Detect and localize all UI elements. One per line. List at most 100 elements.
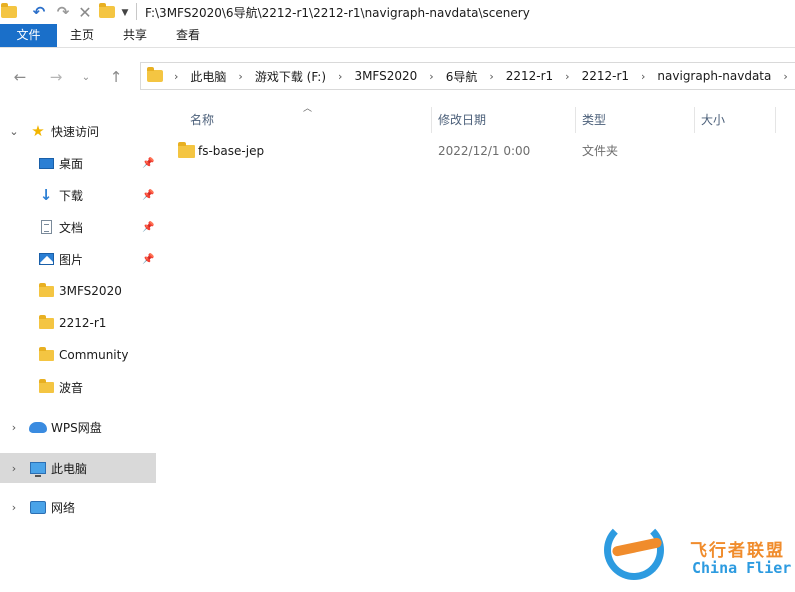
download-icon: ↓	[39, 186, 53, 204]
redo-icon[interactable]: ↷	[55, 0, 71, 24]
sidebar-item-label: 下载	[59, 188, 84, 203]
column-divider[interactable]	[775, 107, 776, 133]
column-divider[interactable]	[694, 107, 695, 133]
breadcrumb-navigraph-navdata[interactable]: navigraph-navdata	[650, 69, 778, 83]
breadcrumb-2212-r1-a[interactable]: 2212-r1	[499, 69, 560, 83]
new-folder-icon[interactable]	[99, 0, 115, 24]
column-divider[interactable]	[431, 107, 432, 133]
undo-icon[interactable]: ↶	[31, 0, 47, 24]
sidebar-item-label: 2212-r1	[59, 316, 107, 330]
chevron-right-icon[interactable]: ›	[484, 70, 498, 83]
column-header-type[interactable]: 类型	[582, 101, 606, 137]
ribbon-tabs: 文件 主页 共享 查看	[0, 24, 795, 48]
delete-icon[interactable]: ✕	[77, 0, 93, 24]
up-icon[interactable]: ↑	[106, 67, 126, 87]
file-name: fs-base-jep	[198, 144, 265, 158]
tab-file[interactable]: 文件	[0, 24, 57, 47]
picture-icon	[38, 252, 54, 266]
sidebar-item-label: 波音	[59, 380, 84, 395]
breadcrumb-navigation[interactable]: 6导航	[439, 68, 485, 85]
chevron-right-icon[interactable]: ›	[8, 421, 20, 434]
sidebar-item-label: 快速访问	[51, 124, 100, 139]
navigation-pane: ⌄ ★ 快速访问 桌面 📌 ↓ 下载 📌 文档 📌 图片 📌 3MFS2020 …	[0, 101, 158, 592]
chevron-right-icon[interactable]: ›	[233, 70, 247, 83]
sidebar-item-desktop[interactable]: 桌面 📌	[0, 148, 156, 178]
sidebar-item-quick-access[interactable]: ⌄ ★ 快速访问	[0, 116, 156, 146]
folder-icon	[38, 378, 54, 394]
sidebar-item-label: 图片	[59, 252, 84, 267]
sidebar-item-3mfs2020[interactable]: 3MFS2020	[0, 276, 156, 306]
chevron-right-icon[interactable]: ›	[333, 70, 347, 83]
sidebar-item-label: 网络	[51, 500, 76, 515]
sidebar-item-label: 文档	[59, 220, 84, 235]
breadcrumb-3mfs2020[interactable]: 3MFS2020	[347, 69, 424, 83]
computer-icon	[30, 461, 46, 477]
column-header-name[interactable]: 名称	[190, 101, 214, 137]
breadcrumb-this-pc[interactable]: 此电脑	[183, 68, 233, 85]
chevron-right-icon[interactable]: ›	[8, 462, 20, 475]
watermark-logo: 飞行者联盟 China Flier	[592, 518, 795, 584]
window-title: F:\3MFS2020\6导航\2212-r1\2212-r1\navigrap…	[145, 6, 530, 20]
watermark-text-en: China Flier	[692, 559, 792, 577]
folder-icon	[1, 0, 17, 24]
sidebar-item-pictures[interactable]: 图片 📌	[0, 244, 156, 274]
list-item[interactable]: fs-base-jep 2022/12/1 0:00 文件夹	[173, 139, 773, 163]
sidebar-item-this-pc[interactable]: › 此电脑	[0, 453, 156, 483]
folder-icon	[38, 282, 54, 298]
chevron-right-icon[interactable]: ›	[560, 70, 574, 83]
folder-icon	[38, 314, 54, 330]
column-divider[interactable]	[575, 107, 576, 133]
column-header-label: 大小	[701, 112, 726, 127]
customize-quick-access-icon[interactable]: ▼	[120, 1, 130, 25]
column-header-modified[interactable]: 修改日期	[438, 101, 486, 137]
star-icon: ★	[31, 122, 45, 140]
network-icon	[30, 500, 46, 514]
sort-ascending-icon: ︿	[303, 104, 313, 114]
sidebar-item-network[interactable]: › 网络	[0, 492, 156, 522]
column-header-label: 类型	[582, 112, 607, 127]
document-icon	[38, 220, 54, 234]
tab-view[interactable]: 查看	[168, 24, 208, 47]
file-type: 文件夹	[582, 144, 619, 158]
sidebar-item-downloads[interactable]: ↓ 下载 📌	[0, 180, 156, 210]
column-header-label: 修改日期	[438, 112, 487, 127]
pin-icon: 📌	[142, 253, 155, 265]
sidebar-item-documents[interactable]: 文档 📌	[0, 212, 156, 242]
forward-icon[interactable]: →	[46, 67, 66, 87]
sidebar-item-2212-r1[interactable]: 2212-r1	[0, 308, 156, 338]
chevron-right-icon[interactable]: ›	[8, 501, 20, 514]
column-header-size[interactable]: 大小	[701, 101, 725, 137]
folder-icon	[178, 142, 195, 158]
pin-icon: 📌	[142, 157, 155, 169]
title-separator	[136, 3, 137, 20]
pin-icon: 📌	[142, 221, 155, 233]
chevron-right-icon[interactable]: ›	[169, 70, 183, 83]
chevron-right-icon[interactable]: ›	[636, 70, 650, 83]
chevron-right-icon[interactable]: ›	[424, 70, 438, 83]
sidebar-item-label: 3MFS2020	[59, 284, 122, 298]
sidebar-item-boeing[interactable]: 波音	[0, 372, 156, 402]
address-folder-icon	[147, 67, 163, 82]
folder-icon	[38, 346, 54, 362]
navigation-bar: ← → ⌄ ↑ › 此电脑 › 游戏下载 (F:) › 3MFS2020 › 6…	[0, 49, 795, 101]
address-bar[interactable]: › 此电脑 › 游戏下载 (F:) › 3MFS2020 › 6导航 › 221…	[140, 62, 795, 90]
recent-locations-chevron-icon[interactable]: ⌄	[76, 67, 96, 87]
tab-home[interactable]: 主页	[62, 24, 102, 47]
sidebar-item-label: 桌面	[59, 156, 84, 171]
watermark-text-cn: 飞行者联盟	[690, 541, 785, 561]
breadcrumb-drive[interactable]: 游戏下载 (F:)	[248, 68, 333, 85]
cloud-icon	[29, 420, 47, 434]
sidebar-item-community[interactable]: Community	[0, 340, 156, 370]
sidebar-item-label: 此电脑	[51, 461, 88, 476]
back-icon[interactable]: ←	[10, 67, 30, 87]
chevron-down-icon[interactable]: ⌄	[8, 125, 20, 138]
breadcrumb-2212-r1-b[interactable]: 2212-r1	[575, 69, 636, 83]
sidebar-item-label: Community	[59, 348, 129, 362]
sidebar-item-label: WPS网盘	[51, 420, 102, 435]
chevron-right-icon[interactable]: ›	[778, 70, 792, 83]
file-modified: 2022/12/1 0:00	[438, 144, 531, 158]
tab-share[interactable]: 共享	[115, 24, 155, 47]
pin-icon: 📌	[142, 189, 155, 201]
column-header-label: 名称	[190, 112, 215, 127]
sidebar-item-wps-cloud[interactable]: › WPS网盘	[0, 412, 156, 442]
